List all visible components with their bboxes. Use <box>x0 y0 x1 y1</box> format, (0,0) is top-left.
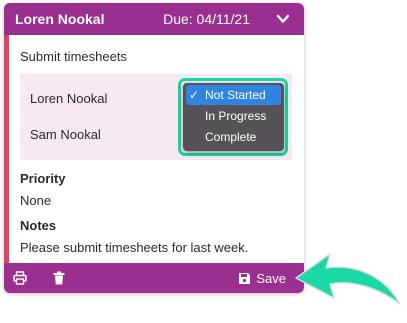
trash-icon[interactable] <box>52 271 66 285</box>
assignee-name: Loren Nookal <box>15 11 105 27</box>
assignee-row: Loren Nookal <box>30 91 108 106</box>
priority-value: None <box>20 193 52 208</box>
card-footer: Save <box>4 263 304 293</box>
status-option-not-started[interactable]: ✓ Not Started <box>186 85 281 105</box>
save-icon <box>239 272 251 284</box>
save-button[interactable]: Save <box>238 269 286 287</box>
card-header: Loren Nookal Due: 04/11/21 <box>4 3 304 35</box>
chevron-down-icon[interactable] <box>276 12 290 26</box>
check-icon: ✓ <box>189 88 200 102</box>
status-dropdown[interactable]: ✓ Not Started In Progress Complete <box>183 83 284 151</box>
status-option-in-progress[interactable]: In Progress <box>186 106 281 126</box>
notes-value: Please submit timesheets for last week. <box>20 240 249 255</box>
status-option-label: In Progress <box>205 109 267 123</box>
task-title: Submit timesheets <box>20 49 127 64</box>
arrow-pointer-icon <box>295 253 401 305</box>
status-option-label: Not Started <box>205 88 266 102</box>
notes-label: Notes <box>20 218 57 233</box>
due-date: Due: 04/11/21 <box>163 11 250 27</box>
status-option-complete[interactable]: Complete <box>186 127 281 147</box>
print-icon[interactable] <box>13 271 27 285</box>
assignee-row: Sam Nookal <box>30 127 101 142</box>
priority-label: Priority <box>20 171 66 186</box>
save-button-label: Save <box>256 270 286 286</box>
accent-bar <box>4 35 9 263</box>
status-option-label: Complete <box>205 130 257 144</box>
